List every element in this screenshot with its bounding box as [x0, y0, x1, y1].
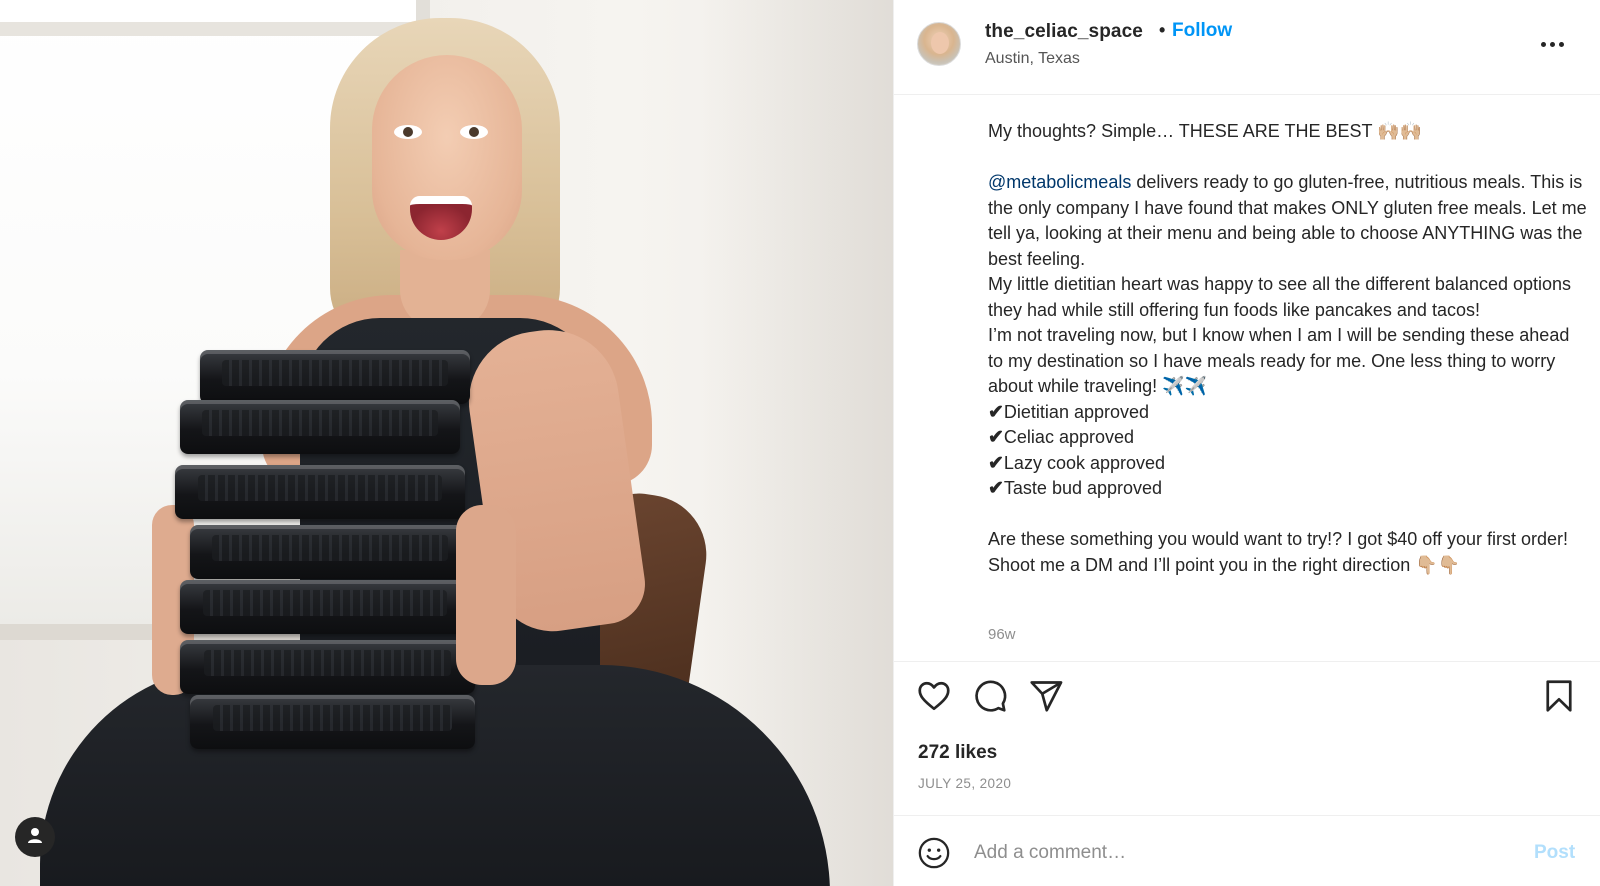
post-header: the_celiac_space • Follow Austin, Texas — [894, 0, 1600, 95]
comment-bar: Post — [894, 815, 1600, 886]
username-link[interactable]: the_celiac_space — [985, 21, 1143, 43]
likes-count[interactable]: 272 likes — [918, 742, 997, 764]
checkmark-icon: ✔ — [988, 478, 1004, 499]
mention-link[interactable]: @metabolicmeals — [988, 172, 1131, 192]
bookmark-icon[interactable] — [1541, 678, 1577, 714]
more-options-icon[interactable] — [1534, 30, 1570, 58]
checkmark-icon: ✔ — [988, 401, 1004, 423]
tagged-users-button[interactable] — [15, 817, 55, 857]
header-separator: • — [1159, 20, 1166, 40]
checkmark-icon: ✔ — [988, 427, 1004, 448]
post-date: JULY 25, 2020 — [918, 776, 1012, 791]
checkmark-icon: ✔ — [988, 452, 1004, 474]
caption-paragraph: My little dietitian heart was happy to s… — [988, 274, 1572, 320]
comment-input[interactable] — [974, 836, 1494, 870]
caption-paragraph: I’m not traveling now, but I know when I… — [988, 325, 1570, 396]
post-comment-button[interactable]: Post — [1534, 842, 1575, 864]
follow-button[interactable]: Follow — [1172, 20, 1232, 42]
speech-bubble-icon[interactable] — [972, 678, 1008, 714]
caption-paragraph: Are these something you would want to tr… — [988, 529, 1568, 575]
caption-line: My thoughts? Simple… THESE ARE THE BEST … — [988, 121, 1422, 141]
checklist-item: ✔Lazy cook approved — [988, 452, 1166, 474]
meal-container-stack — [170, 350, 490, 760]
action-bar — [894, 661, 1600, 725]
post-caption: My thoughts? Simple… THESE ARE THE BEST … — [988, 119, 1588, 578]
time-ago[interactable]: 96w — [988, 626, 1016, 643]
avatar[interactable] — [917, 22, 961, 66]
checklist-item: ✔Taste bud approved — [988, 478, 1163, 499]
checklist-item: ✔Celiac approved — [988, 427, 1134, 448]
smiley-icon[interactable] — [917, 836, 951, 870]
user-icon — [25, 825, 45, 850]
heart-icon[interactable] — [916, 678, 952, 714]
location-link[interactable]: Austin, Texas — [985, 50, 1080, 68]
caption-paragraph: @metabolicmeals delivers ready to go glu… — [988, 172, 1587, 269]
post-panel: the_celiac_space • Follow Austin, Texas … — [893, 0, 1600, 886]
checklist-item: ✔Dietitian approved — [988, 401, 1150, 423]
paper-plane-icon[interactable] — [1028, 678, 1064, 714]
post-photo[interactable] — [0, 0, 893, 886]
